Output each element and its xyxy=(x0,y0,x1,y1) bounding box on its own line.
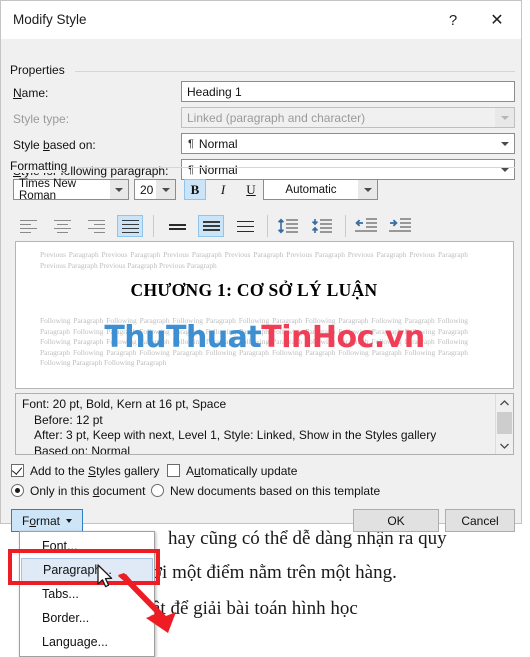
bold-button[interactable]: B xyxy=(184,179,206,200)
style-type-select: Linked (paragraph and character) xyxy=(181,107,515,128)
dialog-title: Modify Style xyxy=(13,12,87,27)
description-scrollbar[interactable] xyxy=(495,394,513,454)
justify-button[interactable] xyxy=(117,215,143,237)
justify-icon xyxy=(121,219,139,234)
chevron-down-icon xyxy=(495,108,514,127)
chevron-down-icon[interactable] xyxy=(110,180,128,199)
menu-item-border-label: Border... xyxy=(42,611,90,625)
menu-item-language-label: Language... xyxy=(42,635,109,649)
automatically-update-checkbox[interactable] xyxy=(167,464,180,477)
line-spacing-double-button[interactable] xyxy=(232,215,258,237)
align-right-icon xyxy=(87,219,105,234)
font-color-value: Automatic xyxy=(285,183,337,196)
modify-style-dialog: Modify Style ? ✕ Properties Name: Headin… xyxy=(0,0,522,532)
style-following-paragraph-select[interactable]: ¶ Normal xyxy=(181,159,515,180)
font-size-value: 20 xyxy=(140,182,154,197)
annotation-arrow-icon xyxy=(118,573,176,633)
help-button[interactable]: ? xyxy=(431,1,475,39)
add-to-styles-gallery-checkbox[interactable] xyxy=(11,464,24,477)
close-button[interactable]: ✕ xyxy=(475,1,519,39)
dialog-title-bar: Modify Style ? ✕ xyxy=(1,1,521,39)
menu-item-tabs-label: Tabs... xyxy=(42,587,79,601)
decrease-indent-icon xyxy=(355,218,377,232)
style-preview: Previous Paragraph Previous Paragraph Pr… xyxy=(15,241,514,389)
align-center-icon xyxy=(53,219,71,234)
style-description-box: Font: 20 pt, Bold, Kern at 16 pt, Space … xyxy=(15,393,514,455)
style-based-on-value: Normal xyxy=(198,136,238,151)
increase-paragraph-spacing-button[interactable] xyxy=(275,214,301,238)
align-right-button[interactable] xyxy=(83,215,109,237)
style-type-label: Style type: xyxy=(13,112,70,126)
pilcrow-icon: ¶ xyxy=(188,163,194,176)
italic-button[interactable]: I xyxy=(212,179,234,200)
line-spacing-1-5-icon xyxy=(202,220,220,232)
decrease-indent-button[interactable] xyxy=(353,214,379,238)
only-this-document-label: Only in this document xyxy=(30,484,146,498)
pilcrow-icon: ¶ xyxy=(188,137,194,150)
name-label: Name: xyxy=(13,86,49,100)
align-left-icon xyxy=(19,219,37,234)
chevron-down-icon[interactable] xyxy=(495,160,514,179)
style-based-on-label: Style based on: xyxy=(13,138,96,152)
description-line-1: Font: 20 pt, Bold, Kern at 16 pt, Space xyxy=(22,397,227,411)
underline-button[interactable]: U xyxy=(240,179,262,200)
align-center-button[interactable] xyxy=(49,215,75,237)
watermark-part2: TinHoc.vn xyxy=(261,320,425,355)
style-type-value: Linked (paragraph and character) xyxy=(187,110,366,125)
font-family-select[interactable]: Times New Roman xyxy=(13,177,129,202)
style-following-paragraph-value: Normal xyxy=(198,162,238,177)
chevron-down-icon[interactable] xyxy=(495,134,514,153)
new-documents-radio[interactable] xyxy=(151,484,164,497)
watermark-part1: ThuThuat xyxy=(104,320,262,355)
font-size-select[interactable]: 20 xyxy=(134,179,176,200)
chevron-down-icon[interactable] xyxy=(358,180,377,199)
decrease-paragraph-spacing-button[interactable] xyxy=(309,214,335,238)
font-color-select[interactable]: Automatic xyxy=(263,179,378,200)
ok-button[interactable]: OK xyxy=(353,509,439,532)
font-family-value: Times New Roman xyxy=(19,177,77,202)
scroll-down-icon[interactable] xyxy=(496,437,513,454)
description-line-2: Before: 12 pt xyxy=(34,412,103,427)
new-documents-label: New documents based on this template xyxy=(170,484,381,498)
line-spacing-double-icon xyxy=(236,220,254,233)
mouse-cursor xyxy=(97,564,113,588)
line-spacing-single-icon xyxy=(168,222,186,231)
watermark: ThuThuatTinHoc.vn xyxy=(16,320,513,355)
style-description-text: Font: 20 pt, Bold, Kern at 16 pt, Space … xyxy=(22,397,489,455)
automatically-update-label: Automatically update xyxy=(186,464,298,478)
format-button-label: Format xyxy=(21,513,61,528)
description-line-4: Based on: Normal xyxy=(34,443,131,455)
chevron-down-icon[interactable] xyxy=(156,180,175,199)
chevron-down-icon xyxy=(66,518,73,523)
properties-group-label: Properties xyxy=(10,63,69,77)
add-to-styles-gallery-label: Add to the Styles gallery xyxy=(30,464,160,478)
scrollbar-thumb[interactable] xyxy=(497,412,512,434)
increase-indent-icon xyxy=(389,218,411,232)
line-spacing-one-half-button[interactable] xyxy=(198,215,224,237)
name-input-value: Heading 1 xyxy=(187,84,242,99)
cancel-button[interactable]: Cancel xyxy=(445,509,515,532)
formatting-group-label: Formatting xyxy=(10,159,72,173)
scroll-up-icon[interactable] xyxy=(496,394,513,411)
name-input[interactable]: Heading 1 xyxy=(181,81,515,102)
style-based-on-select[interactable]: ¶ Normal xyxy=(181,133,515,154)
format-button[interactable]: Format xyxy=(11,509,83,532)
only-this-document-radio[interactable] xyxy=(11,484,24,497)
line-spacing-single-button[interactable] xyxy=(164,215,190,237)
increase-indent-button[interactable] xyxy=(387,214,413,238)
description-line-3: After: 3 pt, Keep with next, Level 1, St… xyxy=(34,428,437,442)
increase-paragraph-spacing-icon xyxy=(277,218,298,234)
preview-heading: CHƯƠNG 1: CƠ SỞ LÝ LUẬN xyxy=(130,280,378,300)
align-left-button[interactable] xyxy=(15,215,41,237)
preview-previous-paragraph: Previous Paragraph Previous Paragraph Pr… xyxy=(40,250,468,270)
decrease-paragraph-spacing-icon xyxy=(311,219,332,233)
